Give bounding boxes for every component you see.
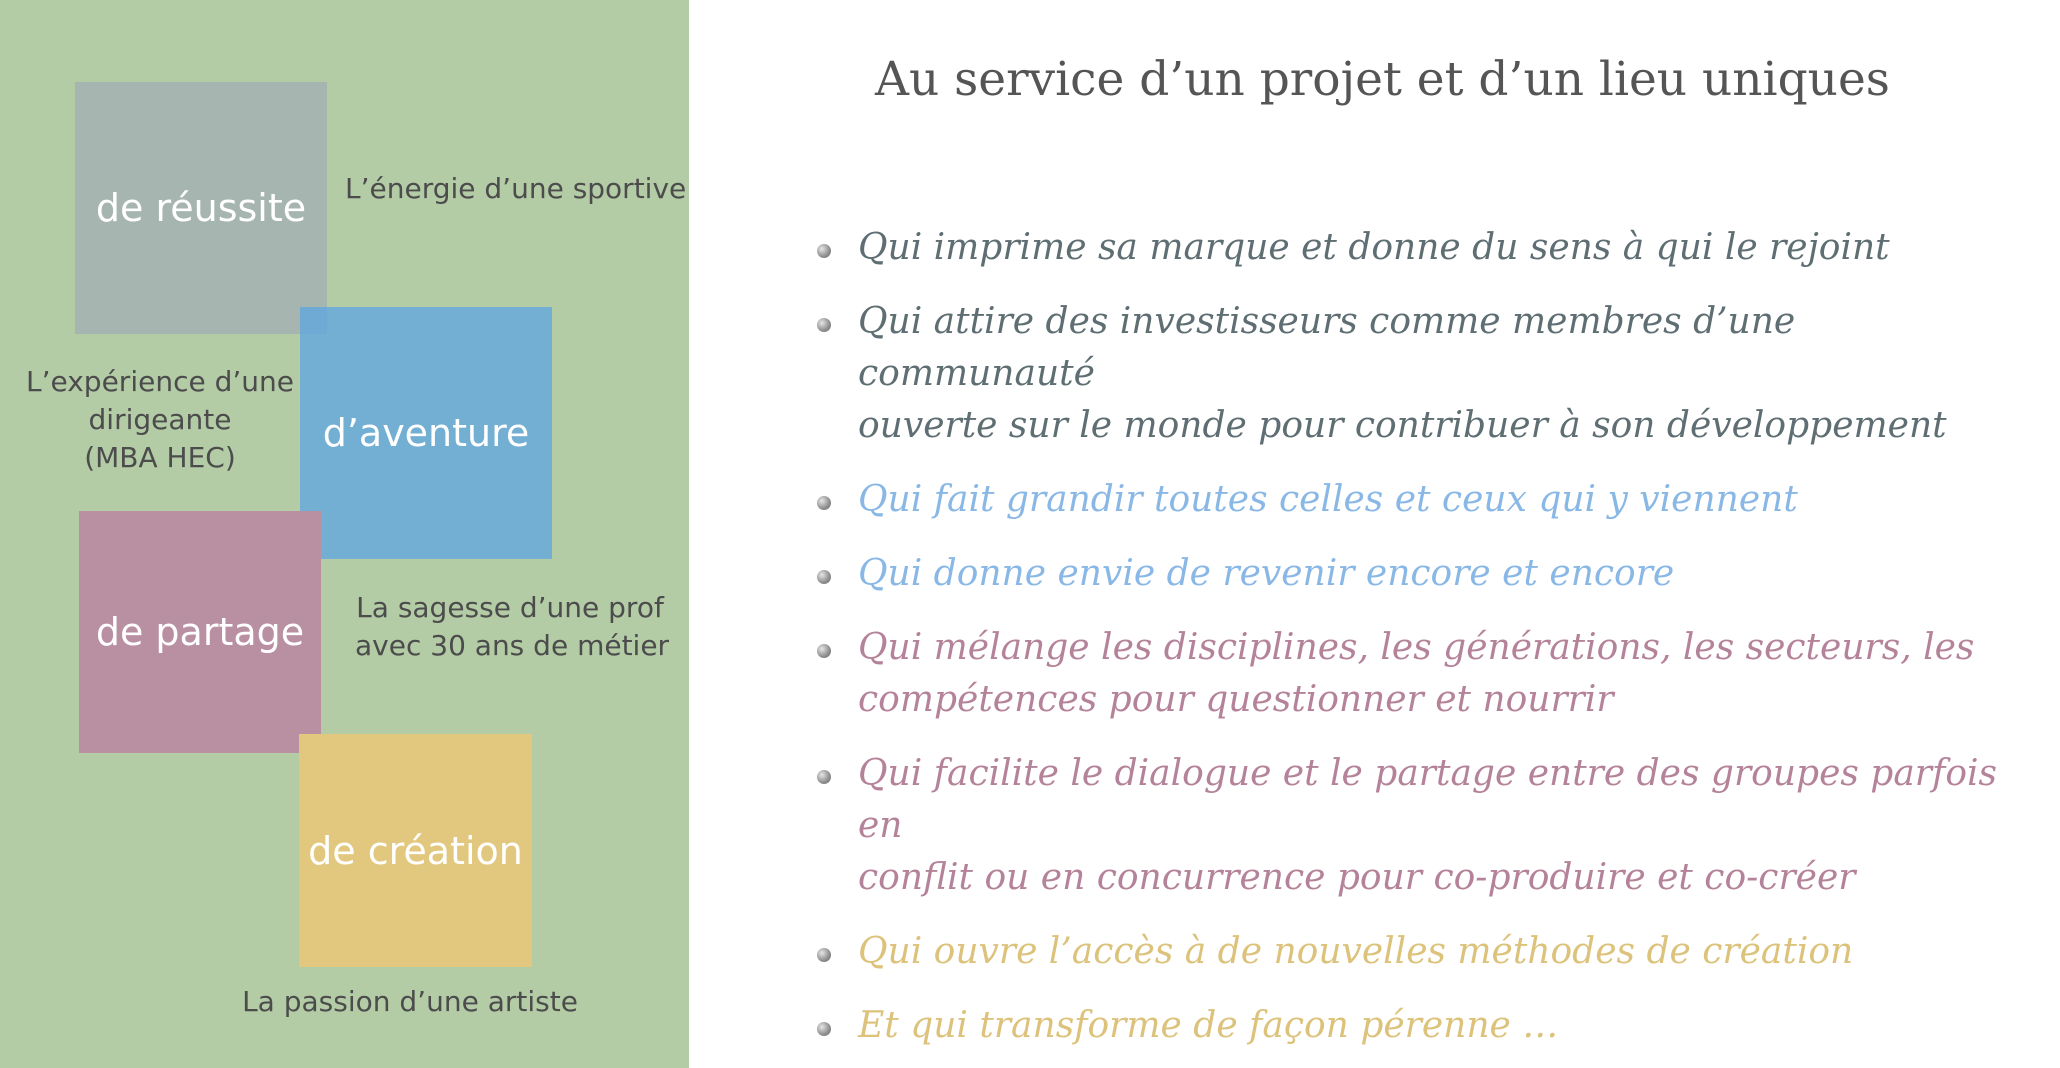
caption-prof-line2: avec 30 ans de métier xyxy=(355,629,670,662)
bullet-dot-icon xyxy=(817,770,831,784)
caption-sportive: L’énergie d’une sportive xyxy=(345,170,687,208)
bullet-dot-icon xyxy=(817,496,831,510)
bullet-text-line: Qui donne envie de revenir encore et enc… xyxy=(858,553,1675,594)
bullet-text-line: Qui imprime sa marque et donne du sens à… xyxy=(858,227,1890,268)
bullet-text-line: Qui attire des investisseurs comme membr… xyxy=(858,301,1796,394)
creation-box: de création xyxy=(299,734,532,967)
caption-dirigeante: L’expérience d’une dirigeante (MBA HEC) xyxy=(20,363,300,477)
bullet-dot-icon xyxy=(817,318,831,332)
bullet-text-line: Qui facilite le dialogue et le partage e… xyxy=(858,753,1997,846)
bullet-dot-icon xyxy=(817,244,831,258)
bullet-dot-icon xyxy=(817,644,831,658)
bullet-item: Qui ouvre l’accès à de nouvelles méthode… xyxy=(815,926,2015,978)
bullet-item: Qui imprime sa marque et donne du sens à… xyxy=(815,222,2015,274)
page-title: Au service d’un projet et d’un lieu uniq… xyxy=(875,52,1890,107)
bullet-item: Qui facilite le dialogue et le partage e… xyxy=(815,748,2015,904)
caption-dirigeante-line3: (MBA HEC) xyxy=(84,441,236,474)
bullet-list: Qui imprime sa marque et donne du sens à… xyxy=(815,222,2015,1068)
bullet-item: Qui attire des investisseurs comme membr… xyxy=(815,296,2015,452)
bullet-dot-icon xyxy=(817,570,831,584)
left-panel: de réussite d’aventure de partage de cré… xyxy=(0,0,689,1068)
caption-prof: La sagesse d’une prof avec 30 ans de mét… xyxy=(355,589,670,665)
bullet-text-line: compétences pour questionner et nourrir xyxy=(858,679,1614,720)
bullet-dot-icon xyxy=(817,1022,831,1036)
caption-dirigeante-line1: L’expérience d’une xyxy=(26,365,294,398)
caption-artiste: La passion d’une artiste xyxy=(230,983,590,1021)
bullet-dot-icon xyxy=(817,948,831,962)
caption-sportive-text: L’énergie d’une sportive xyxy=(345,172,687,205)
caption-dirigeante-line2: dirigeante xyxy=(88,403,232,436)
bullet-text-line: Qui ouvre l’accès à de nouvelles méthode… xyxy=(858,931,1854,972)
partage-box: de partage xyxy=(79,511,321,753)
reussite-box: de réussite xyxy=(75,82,327,334)
bullet-text-line: conflit ou en concurrence pour co-produi… xyxy=(858,857,1856,898)
bullet-text-line: Qui fait grandir toutes celles et ceux q… xyxy=(858,479,1798,520)
bullet-item: Qui mélange les disciplines, les générat… xyxy=(815,622,2015,726)
caption-artiste-text: La passion d’une artiste xyxy=(242,985,578,1018)
aventure-box: d’aventure xyxy=(300,307,552,559)
partage-label: de partage xyxy=(95,610,305,654)
bullet-text-line: Et qui transforme de façon pérenne … xyxy=(858,1005,1559,1046)
creation-label: de création xyxy=(308,828,523,873)
bullet-text-line: ouverte sur le monde pour contribuer à s… xyxy=(858,405,1947,446)
bullet-text-line: Qui mélange les disciplines, les générat… xyxy=(858,627,1975,668)
aventure-label: d’aventure xyxy=(322,411,530,455)
bullet-item: Qui donne envie de revenir encore et enc… xyxy=(815,548,2015,600)
caption-prof-line1: La sagesse d’une prof xyxy=(356,591,664,624)
bullet-item: Qui fait grandir toutes celles et ceux q… xyxy=(815,474,2015,526)
reussite-label: de réussite xyxy=(95,186,307,230)
bullet-item: Et qui transforme de façon pérenne … xyxy=(815,1000,2015,1052)
